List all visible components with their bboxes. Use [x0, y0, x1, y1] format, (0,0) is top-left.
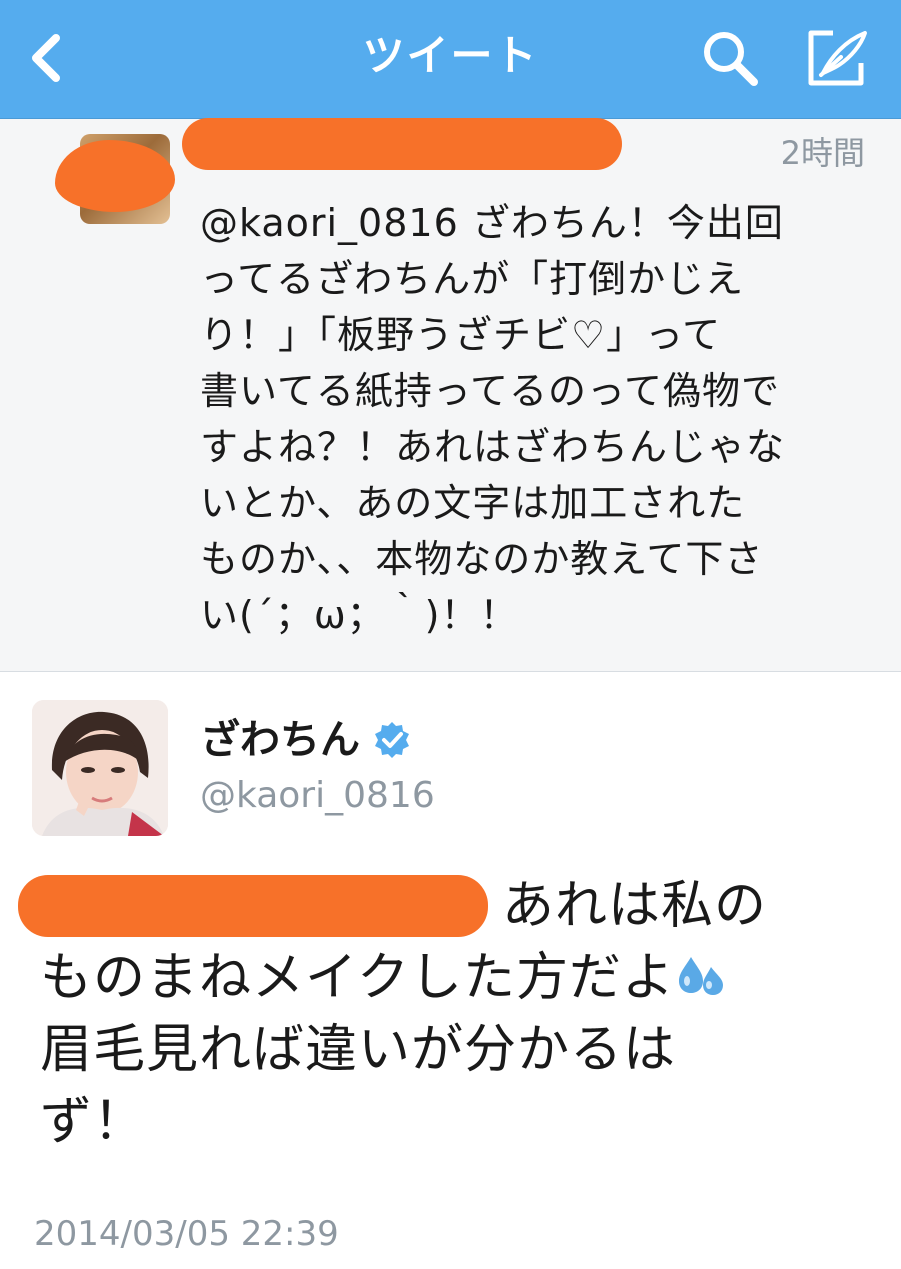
display-name: ざわちん [200, 717, 360, 763]
tweet-time-ago: 2時間 [780, 134, 865, 172]
user-header[interactable]: ざわちん [200, 712, 412, 768]
verified-badge-icon [372, 720, 412, 760]
compose-icon [808, 30, 867, 86]
tweet-text-line: 眉毛見れば違いが分かるは [40, 1020, 677, 1080]
compose-button[interactable] [796, 22, 880, 94]
navigation-bar: ツイート [0, 0, 901, 119]
tweet-text: あれは私の ものまねメイクした方だよ 眉毛見れば違いが分かるは ず！ [40, 870, 880, 1158]
reply-tweet-text: @kaori_0816 ざわちん！今出回 ってるざわちんが「打倒かじえ り！」「… [200, 201, 786, 637]
tweet-text-line-content: ものまねメイクした方だよ [40, 948, 675, 1008]
search-icon [704, 32, 758, 86]
redaction-mark [182, 118, 622, 170]
tweet-text-line: ず！ [40, 1092, 147, 1152]
screen-name[interactable]: @kaori_0816 [200, 772, 435, 820]
search-button[interactable] [690, 22, 770, 94]
tweet-text-line: あれは私の [502, 876, 768, 936]
profile-photo [32, 700, 168, 836]
tweet-text-line: ものまねメイクした方だよ [40, 942, 880, 1014]
avatar[interactable] [32, 700, 168, 836]
tweet-timestamp: 2014/03/05 22:39 [34, 1214, 339, 1254]
sweat-drops-icon [678, 957, 723, 995]
